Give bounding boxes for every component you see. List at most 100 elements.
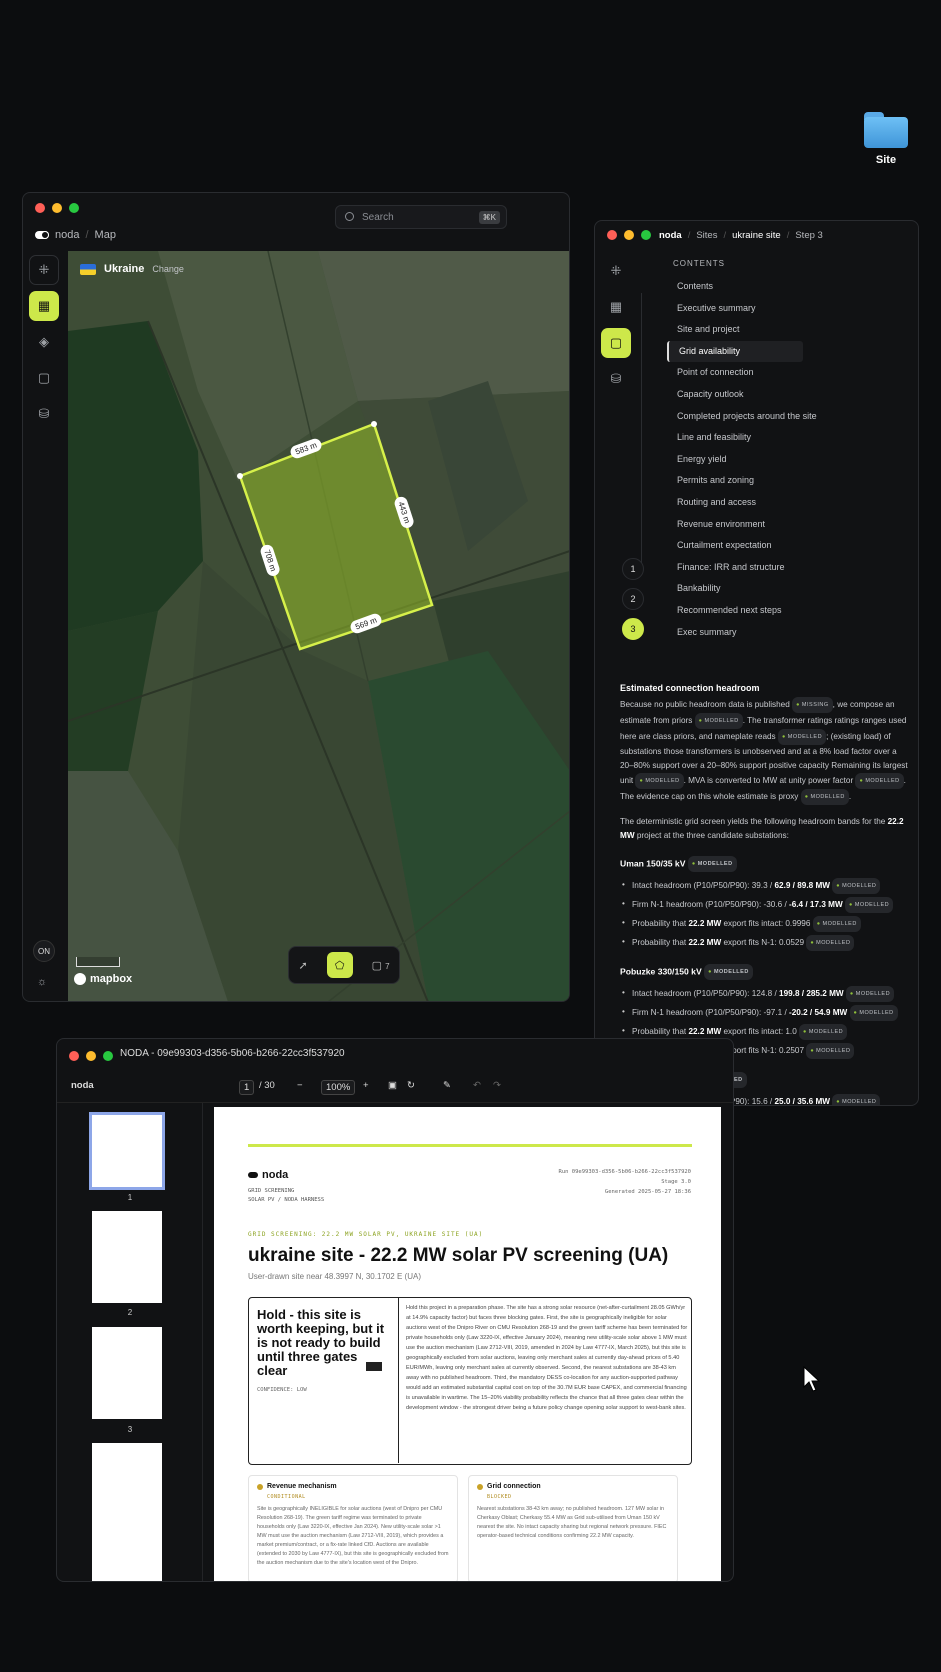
pdf-toolbar: noda 1 / 30 − 100% + ▣ ↻ ✎ ↶ ↷	[57, 1069, 733, 1103]
mapbox-attribution[interactable]: mapbox	[74, 973, 132, 985]
ukraine-flag-icon	[80, 263, 96, 275]
toc-item[interactable]: Exec summary	[667, 622, 803, 644]
sidebar-item-map[interactable]: ▦	[29, 291, 59, 321]
minimize-button[interactable]	[52, 203, 62, 213]
annotate-icon[interactable]: ✎	[443, 1080, 451, 1091]
status-toggle[interactable]: ON	[33, 940, 55, 962]
breadcrumb-map: Map	[94, 229, 116, 241]
breadcrumb-site[interactable]: ukraine site	[732, 230, 781, 241]
toc-item[interactable]: Point of connection	[667, 362, 803, 384]
toc-item[interactable]: Routing and access	[667, 492, 803, 514]
toc-item[interactable]: Finance: IRR and structure	[667, 557, 803, 579]
toc-item[interactable]: Line and feasibility	[667, 427, 803, 449]
sidebar-item-overview[interactable]: ⁜	[601, 256, 631, 286]
breadcrumb-brand[interactable]: noda	[659, 230, 682, 241]
nodes-icon: ⁜	[38, 262, 50, 277]
doc-meta-left: GRID SCREENING SOLAR PV / NODA HARNESS	[248, 1188, 325, 1203]
pointer-tool-icon[interactable]: ➚	[298, 959, 307, 972]
toc-item[interactable]: Site and project	[667, 319, 803, 341]
page-thumbnail[interactable]	[92, 1443, 162, 1581]
folder-icon	[864, 112, 908, 148]
zoom-button[interactable]	[103, 1051, 113, 1061]
sidebar-item-overview[interactable]: ⁜	[29, 255, 59, 285]
minimize-button[interactable]	[624, 230, 634, 240]
breadcrumb-sites[interactable]: Sites	[696, 230, 717, 241]
sidebar-item-data[interactable]: ⛁	[29, 399, 59, 429]
rotate-icon[interactable]: ↻	[407, 1080, 415, 1091]
map-scale-bar	[76, 957, 120, 967]
minimize-button[interactable]	[86, 1051, 96, 1061]
theme-icon[interactable]: ☼	[37, 976, 47, 988]
confidence-icon	[366, 1362, 382, 1371]
redo-icon[interactable]: ↷	[493, 1080, 501, 1091]
zoom-button[interactable]	[69, 203, 79, 213]
zoom-out-button[interactable]: −	[297, 1080, 303, 1091]
screen-paragraph: The deterministic grid screen yields the…	[620, 817, 904, 840]
toc-item[interactable]: Recommended next steps	[667, 600, 803, 622]
search-input[interactable]: Search ⌘K	[335, 205, 507, 229]
verdict-text: Hold this project in a preparation phase…	[406, 1305, 688, 1411]
close-button[interactable]	[35, 203, 45, 213]
zoom-button[interactable]	[641, 230, 651, 240]
toc-item[interactable]: Energy yield	[667, 449, 803, 471]
toc-item[interactable]: Capacity outlook	[667, 384, 803, 406]
database-icon: ⛁	[38, 406, 50, 421]
zoom-level[interactable]: 100%	[321, 1080, 356, 1095]
map-imagery	[68, 251, 569, 1001]
mapbox-text: mapbox	[90, 973, 133, 985]
step-1[interactable]: 1	[622, 558, 644, 580]
sidebar: ⁜ ▦ ▢ ⛁	[595, 256, 637, 400]
toc-item[interactable]: Permits and zoning	[667, 470, 803, 492]
sidebar-item-report[interactable]: ▢	[601, 328, 631, 358]
page-total: / 30	[259, 1080, 275, 1091]
close-button[interactable]	[607, 230, 617, 240]
polygon-tool-button[interactable]: ⬠	[326, 952, 353, 978]
toc-item[interactable]: Curtailment expectation	[667, 535, 803, 557]
toc-item[interactable]: Executive summary	[667, 298, 803, 320]
sites-tool-button[interactable]: ▢ 7	[372, 959, 390, 972]
brand-name[interactable]: noda	[55, 229, 79, 241]
window-controls	[35, 203, 79, 213]
page-thumbnail[interactable]	[92, 1211, 162, 1303]
toc-item[interactable]: Revenue environment	[667, 514, 803, 536]
breadcrumb-step: Step 3	[795, 230, 823, 241]
sidebar-item-data[interactable]: ⛁	[601, 364, 631, 394]
page-number-input[interactable]: 1	[239, 1080, 255, 1095]
step-2[interactable]: 2	[622, 588, 644, 610]
confidence-label: CONFIDENCE: LOW	[257, 1387, 307, 1393]
close-button[interactable]	[69, 1051, 79, 1061]
doc-logo: noda	[248, 1169, 288, 1181]
sidebar-item-map[interactable]: ▦	[601, 292, 631, 322]
report-icon: ▢	[37, 370, 51, 385]
headroom-row: Intact headroom (P10/P50/P90): 124.8 / 1…	[620, 986, 910, 1002]
toc-item[interactable]: Completed projects around the site	[667, 406, 817, 428]
sites-count: 7	[385, 961, 390, 971]
sidebar-item-report[interactable]: ▢	[29, 363, 59, 393]
headroom-row: Firm N-1 headroom (P10/P50/P90): -97.1 /…	[620, 1005, 910, 1021]
headroom-row: Probability that 22.2 MW export fits N-1…	[620, 935, 910, 951]
fit-page-icon[interactable]: ▣	[388, 1080, 397, 1091]
undo-icon[interactable]: ↶	[473, 1080, 481, 1091]
database-icon: ⛁	[610, 371, 622, 386]
page-thumbnail[interactable]	[89, 1112, 165, 1190]
section-title: Estimated connection headroom	[620, 683, 760, 693]
toc-item[interactable]: Bankability	[667, 578, 803, 600]
zoom-in-button[interactable]: +	[363, 1080, 369, 1091]
step-3[interactable]: 3	[622, 618, 644, 640]
toc-item[interactable]: Grid availability	[667, 340, 803, 363]
pdf-viewer-window: NODA - 09e99303-d356-5b06-b266-22cc3f537…	[56, 1038, 734, 1582]
bookmark-icon: ▢	[371, 959, 382, 972]
nodes-icon: ⁜	[610, 263, 622, 278]
layers-icon: ◈	[39, 334, 49, 349]
toc-item[interactable]: Contents	[667, 276, 803, 298]
revenue-card: Revenue mechanism CONDITIONAL Site is ge…	[248, 1475, 458, 1581]
folder-label: Site	[875, 154, 897, 166]
change-country-link[interactable]: Change	[152, 264, 184, 274]
desktop-folder[interactable]: Site	[860, 112, 912, 166]
satellite-map[interactable]: Ukraine Change 583 m 443 m 569 m 708 m m…	[68, 251, 569, 1001]
page-thumbnail[interactable]	[92, 1327, 162, 1419]
sidebar-item-layers[interactable]: ◈	[29, 327, 59, 357]
breadcrumb: noda / Sites / ukraine site / Step 3	[659, 230, 823, 241]
pdf-page: noda GRID SCREENING SOLAR PV / NODA HARN…	[214, 1107, 721, 1581]
map-window: Search ⌘K noda / Map ⁜ ▦ ◈ ▢ ⛁ ON ☼ Ukra…	[22, 192, 570, 1002]
